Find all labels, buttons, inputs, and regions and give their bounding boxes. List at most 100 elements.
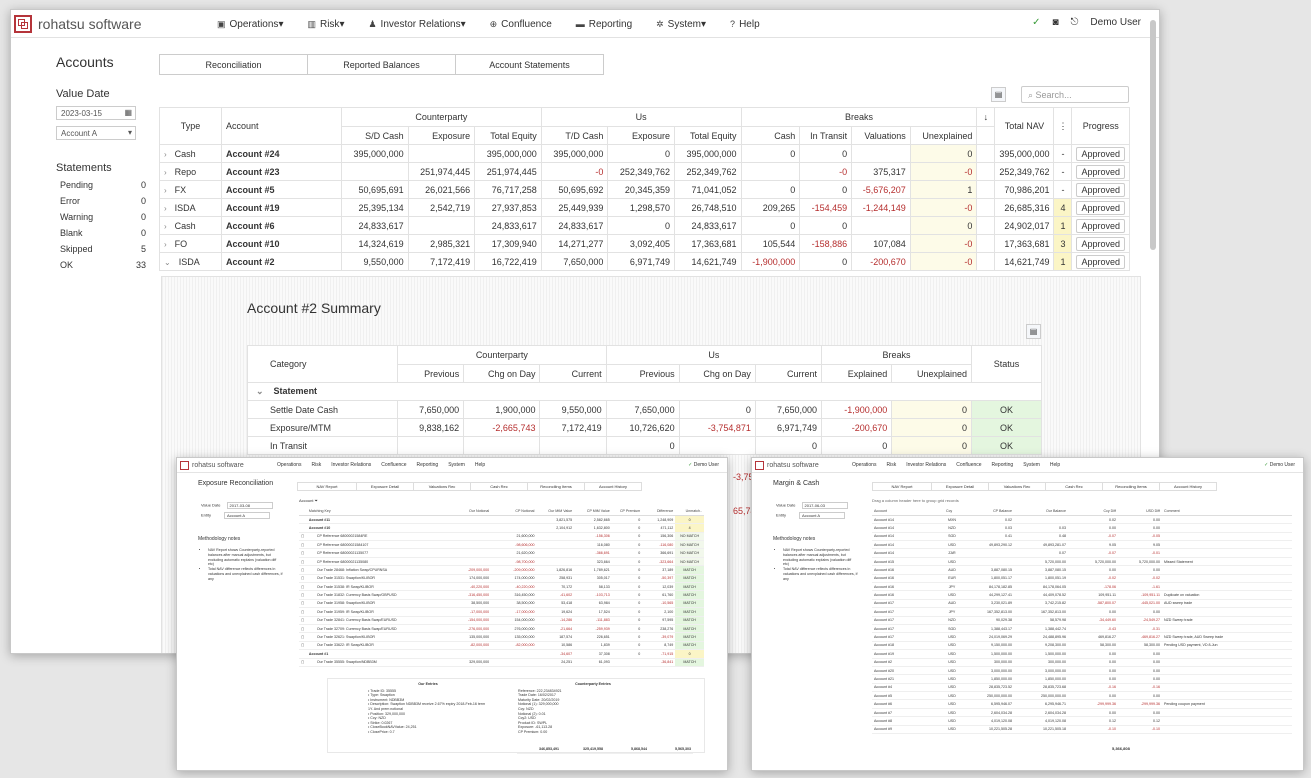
row-checkbox[interactable]: ▢ <box>299 540 307 550</box>
exposure-col-cp-notional[interactable]: CP Notional <box>491 507 537 516</box>
margin-value-date-input[interactable]: 2017-06-03 <box>801 502 848 509</box>
exposure-col-cp-mtm-value[interactable]: CP MtM Value <box>574 507 612 516</box>
summary-col-current[interactable]: Current <box>539 364 607 383</box>
approved-button[interactable]: Approved <box>1076 200 1125 215</box>
expand-caret-icon[interactable]: ⌄ <box>164 258 171 267</box>
margin-row[interactable]: Account #16 AUD 3,887,080.15 3,887,080.15 0.… <box>872 565 1292 575</box>
margin-row[interactable]: Account #17 AUD 3,230,021.89 3,742,215.82 -5… <box>872 599 1292 609</box>
row-checkbox[interactable]: ▢ <box>299 548 307 558</box>
margin-row[interactable]: Account #17 SGD 1,388,443.17 1,388,442.74 -0… <box>872 624 1292 634</box>
camera-icon[interactable]: ◙ <box>1052 17 1058 28</box>
margin-row[interactable]: Account #15 USD 5,720,000.00 5,720,000.00 5,… <box>872 557 1292 567</box>
flag-count[interactable]: - <box>1053 180 1073 199</box>
more-icon[interactable]: ⋮ <box>1053 107 1073 145</box>
exposure-value-date-input[interactable]: 2017-03-08 <box>226 502 273 509</box>
collapse-caret-icon[interactable]: ⌄ <box>256 386 264 396</box>
expand-caret-icon[interactable]: › <box>164 186 167 195</box>
exposure-col-unmatch-[interactable]: Unmatch.. <box>675 507 704 516</box>
summary-col-chg-on-day[interactable]: Chg on Day <box>463 364 541 383</box>
exposure-row[interactable]: Account #10 2,104,912 1,632,800 0 471,112 4 <box>299 523 704 533</box>
exposure-col-our-mtm-value[interactable]: Our MtM Value <box>536 507 575 516</box>
row-checkbox[interactable]: ▢ <box>299 582 307 592</box>
tab-reported-balances[interactable]: Reported Balances <box>307 54 456 75</box>
statement-error[interactable]: Error 0 <box>56 196 146 206</box>
statement-skipped[interactable]: Skipped 5 <box>56 244 146 254</box>
statement-pending[interactable]: Pending 0 <box>56 180 146 190</box>
margin-tab-nav-report[interactable]: NAV Report <box>872 482 932 491</box>
exposure-entity-select[interactable]: Account A <box>224 512 271 519</box>
margin-col-account[interactable]: Account <box>872 507 944 516</box>
menu-risk[interactable]: ▥ Risk ▾ <box>307 19 344 30</box>
summary-col-unexplained[interactable]: Unexplained <box>891 364 972 383</box>
summary-section-row[interactable]: ⌄ Statement <box>247 382 1042 401</box>
margin-col-cp-balance[interactable]: CP Balance <box>960 507 1014 516</box>
exposure-tab-valuations-rec[interactable]: Valuations Rec <box>413 482 471 491</box>
row-checkbox[interactable] <box>299 523 307 533</box>
margin-row[interactable]: Account #16 USD 44,299,127.41 44,409,078.52… <box>872 590 1292 600</box>
col-category[interactable]: Category <box>247 345 398 383</box>
exposure-col-cp-premium[interactable]: CP Premium <box>611 507 643 516</box>
table-row[interactable]: › Repo Account #23 251,974,445 251,974,445 -0… <box>159 162 1130 181</box>
exposure-entity[interactable]: Entity Account A <box>201 512 271 519</box>
margin-row[interactable]: Account #8 USD 4,019,120.08 4,019,120.08 0.1… <box>872 716 1292 726</box>
margin-row[interactable]: Account #17 JPY 167,352,813.00 167,352,813.… <box>872 607 1292 617</box>
exposure-value-date[interactable]: Value Date 2017-03-08 <box>201 502 273 509</box>
filter-icon[interactable]: ⏷ <box>315 498 318 503</box>
margin-col-ccy-diff[interactable]: Ccy Diff <box>1068 507 1118 516</box>
tab-account-statements[interactable]: Account Statements <box>455 54 604 75</box>
margin-row[interactable]: Account #14 ZAR 0.07 -0.07 -0.01 <box>872 548 1292 558</box>
exposure-row[interactable]: ▢ CP Reference 68000021135080 -98,700,000 3… <box>299 557 704 567</box>
margin-row[interactable]: Account #16 EUR 1,800,051.17 1,800,051.19 -0… <box>872 574 1292 584</box>
exposure-tab-exposure-detail[interactable]: Exposure Detail <box>356 482 414 491</box>
row-checkbox[interactable] <box>299 515 307 525</box>
row-checkbox[interactable]: ▢ <box>299 658 307 667</box>
approved-button[interactable]: Approved <box>1076 236 1125 251</box>
menu-confluence[interactable]: ⊕ Confluence <box>490 19 552 30</box>
row-checkbox[interactable]: ▢ <box>299 557 307 567</box>
export-file-icon[interactable]: ▤ <box>991 87 1006 102</box>
exposure-col-matching-key[interactable]: Matching Key <box>306 507 446 516</box>
margin-row[interactable]: Account #21 USD 1,850,000.00 1,850,000.00 0.… <box>872 674 1292 684</box>
margin-tab-reconciling-items[interactable]: Reconciling Items <box>1102 482 1160 491</box>
exposure-tab-account-history[interactable]: Account History <box>584 482 642 491</box>
margin-row[interactable]: Account #2 USD 300,000.00 300,000.00 0.00 0.0… <box>872 658 1292 667</box>
row-checkbox[interactable]: ▢ <box>299 532 307 542</box>
exposure-row[interactable]: ▢ CP Reference 68000021584RE 21,600,000 -15… <box>299 532 704 542</box>
menu-reporting[interactable]: ▬ Reporting <box>576 19 632 30</box>
menu-reporting[interactable]: Reporting <box>992 462 1014 468</box>
summary-col-explained[interactable]: Explained <box>821 364 893 383</box>
exposure-tab-nav-report[interactable]: NAV Report <box>297 482 357 491</box>
tab-reconciliation[interactable]: Reconciliation <box>159 54 308 75</box>
table-row[interactable]: ⌄ ISDA Account #2 9,550,000 7,172,419 16,722,… <box>159 252 1130 271</box>
row-checkbox[interactable]: ▢ <box>299 624 307 634</box>
exposure-row[interactable]: ▢ Our Trade 28468: Inflation Swap/CPURNSA… <box>299 565 704 575</box>
statement-ok[interactable]: OK 33 <box>56 260 146 270</box>
margin-row[interactable]: Account #7 USD 2,604,034.28 2,604,034.28 0.0… <box>872 708 1292 718</box>
approved-button[interactable]: Approved <box>1076 182 1125 197</box>
check-icon[interactable]: ✓ <box>1032 17 1040 28</box>
row-checkbox[interactable]: ▢ <box>299 565 307 575</box>
margin-col-ccy[interactable]: Ccy <box>944 507 960 516</box>
margin-col-usd-diff[interactable]: USD Diff <box>1118 507 1162 516</box>
col-valuations[interactable]: Valuations <box>851 126 911 145</box>
row-checkbox[interactable]: ▢ <box>299 616 307 625</box>
flag-count[interactable]: 1 <box>1053 216 1073 235</box>
table-row[interactable]: › FX Account #5 50,695,691 26,021,566 76,717,… <box>159 180 1130 199</box>
margin-row[interactable]: Account #20 USD 3,000,000.00 3,000,000.00 0.… <box>872 666 1292 676</box>
table-row[interactable]: › FO Account #10 14,324,619 2,985,321 17,309,… <box>159 234 1130 253</box>
summary-col-previous[interactable]: Previous <box>605 364 680 383</box>
logo[interactable]: rohatsu software <box>14 14 142 33</box>
summary-col-chg-on-day[interactable]: Chg on Day <box>678 364 756 383</box>
menu-help[interactable]: Help <box>1050 462 1060 468</box>
group-drop-zone[interactable]: Drag a column header here to group grid … <box>872 498 959 503</box>
exposure-row[interactable]: ▢ CP Reference 68000021584107 -98,606,000 1… <box>299 540 704 550</box>
menu-risk[interactable]: Risk <box>886 462 896 468</box>
exposure-row[interactable]: ▢ Our Trade 32621: Swaption/KLIBOR 135,000… <box>299 632 704 642</box>
col-total-equity[interactable]: Total Equity <box>474 126 542 145</box>
col-unexplained[interactable]: Unexplained <box>909 126 978 145</box>
margin-row[interactable]: Account #6 USD 6,595,946.07 6,295,946.71 -29… <box>872 699 1292 709</box>
col-total-nav[interactable]: Total NAV <box>994 107 1055 145</box>
col-cash[interactable]: Cash <box>740 126 801 145</box>
margin-tab-cash-rec[interactable]: Cash Rec <box>1045 482 1103 491</box>
row-checkbox[interactable]: ▢ <box>299 641 307 651</box>
